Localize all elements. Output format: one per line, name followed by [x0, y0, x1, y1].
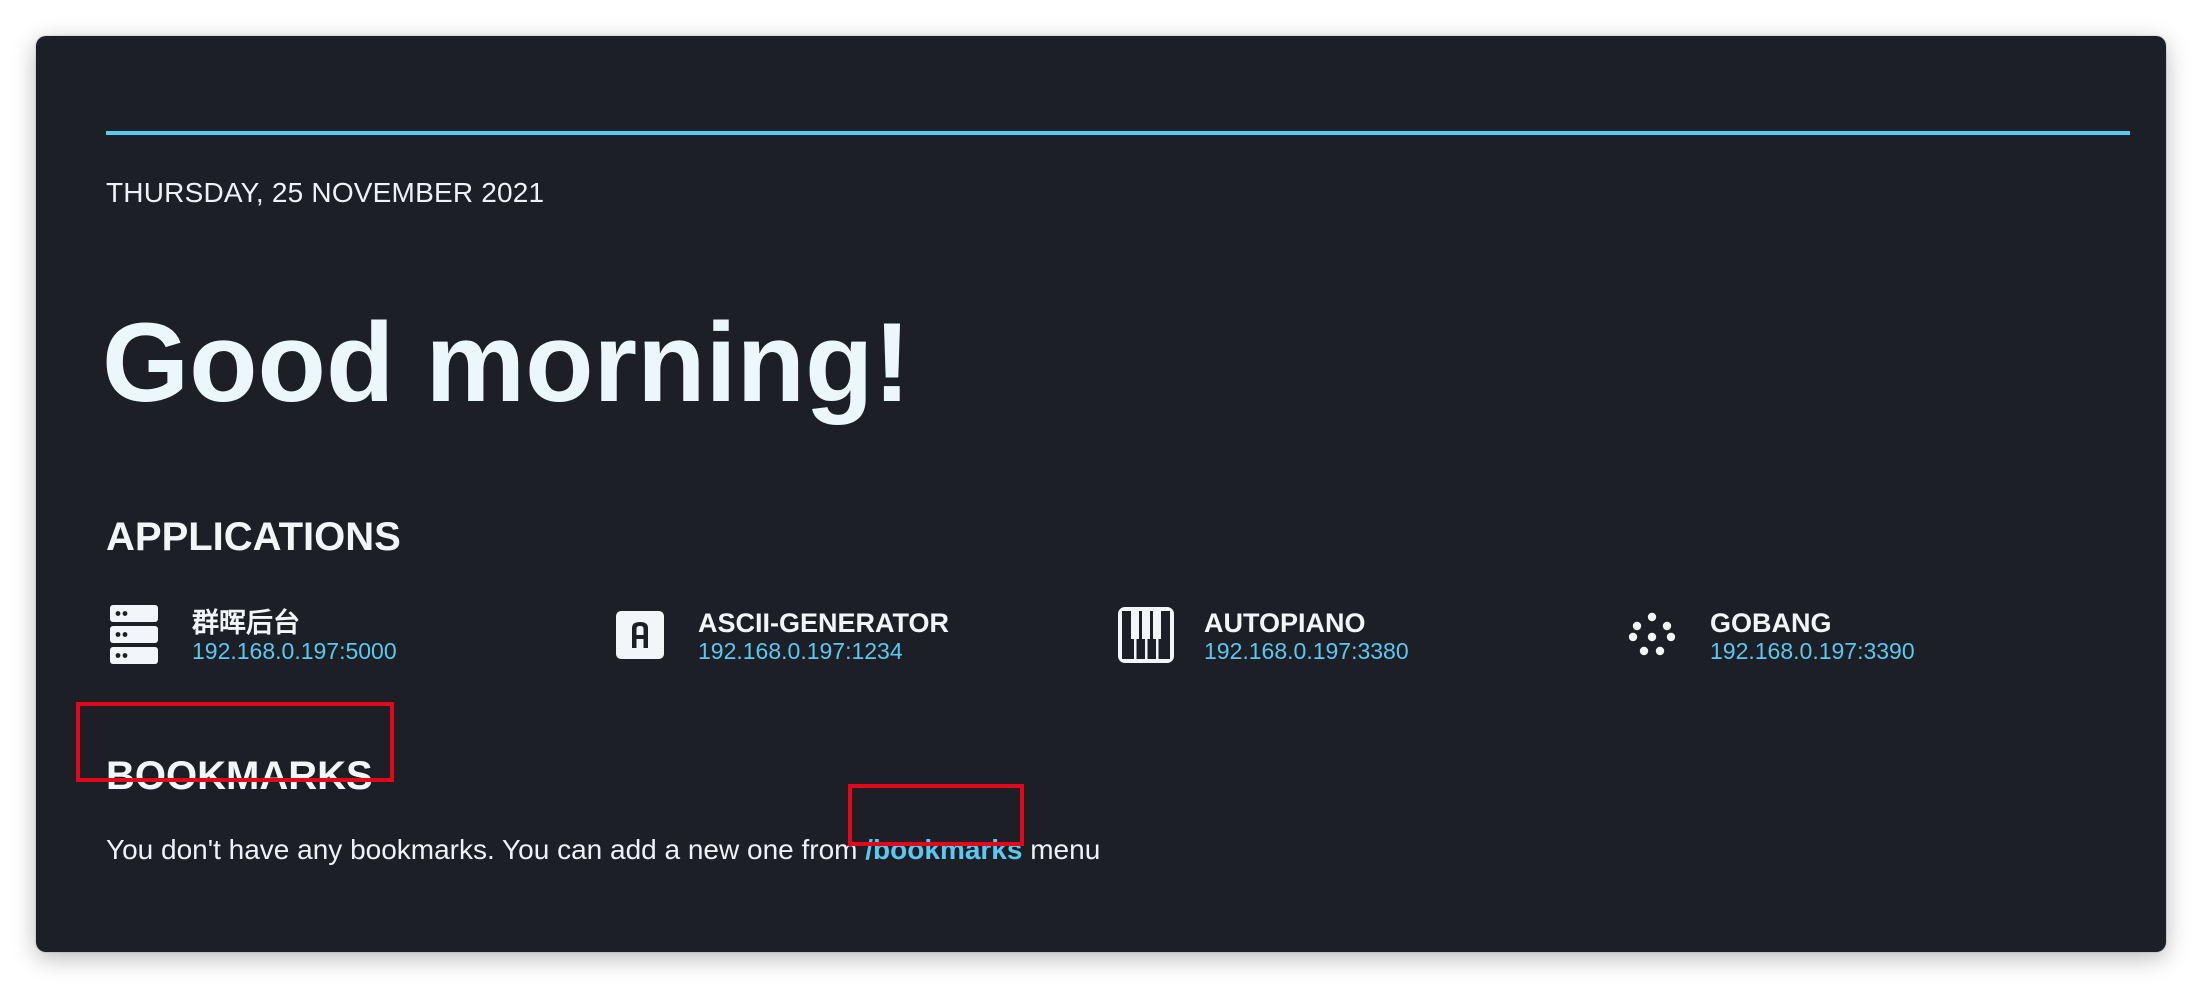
app-url: 192.168.0.197:5000	[192, 638, 397, 664]
app-url: 192.168.0.197:1234	[698, 638, 903, 664]
applications-heading: APPLICATIONS	[106, 515, 401, 559]
bookmarks-empty-text: You don't have any bookmarks. You can ad…	[106, 834, 866, 865]
app-name: 群晖后台	[192, 608, 300, 638]
app-name: AUTOPIANO	[1204, 608, 1366, 638]
piano-icon	[1118, 604, 1174, 666]
app-link-gobang[interactable]: GOBANG 192.168.0.197:3390	[1624, 604, 1915, 666]
app-link-synology[interactable]: 群晖后台 192.168.0.197:5000	[106, 604, 397, 666]
bookmarks-heading: BOOKMARKS	[106, 754, 373, 798]
bookmarks-menu-link[interactable]: /bookmarks	[865, 834, 1022, 865]
accent-divider	[106, 131, 2130, 135]
app-link-ascii-generator[interactable]: ASCII-GENERATOR 192.168.0.197:1234	[612, 604, 949, 666]
current-date: THURSDAY, 25 NOVEMBER 2021	[106, 177, 545, 208]
app-url: 192.168.0.197:3380	[1204, 638, 1409, 664]
bookmarks-empty-text-suffix: menu	[1022, 834, 1101, 865]
app-url: 192.168.0.197:3390	[1710, 638, 1915, 664]
bookmarks-empty-message: You don't have any bookmarks. You can ad…	[106, 832, 1100, 868]
letter-a-icon	[612, 604, 668, 666]
dots-icon	[1624, 604, 1680, 666]
app-name: GOBANG	[1710, 608, 1832, 638]
server-icon	[106, 604, 162, 666]
app-name: ASCII-GENERATOR	[698, 608, 950, 638]
dashboard-window: THURSDAY, 25 NOVEMBER 2021 Good morning!…	[36, 36, 2166, 952]
greeting-heading: Good morning!	[102, 300, 911, 425]
app-link-autopiano[interactable]: AUTOPIANO 192.168.0.197:3380	[1118, 604, 1409, 666]
